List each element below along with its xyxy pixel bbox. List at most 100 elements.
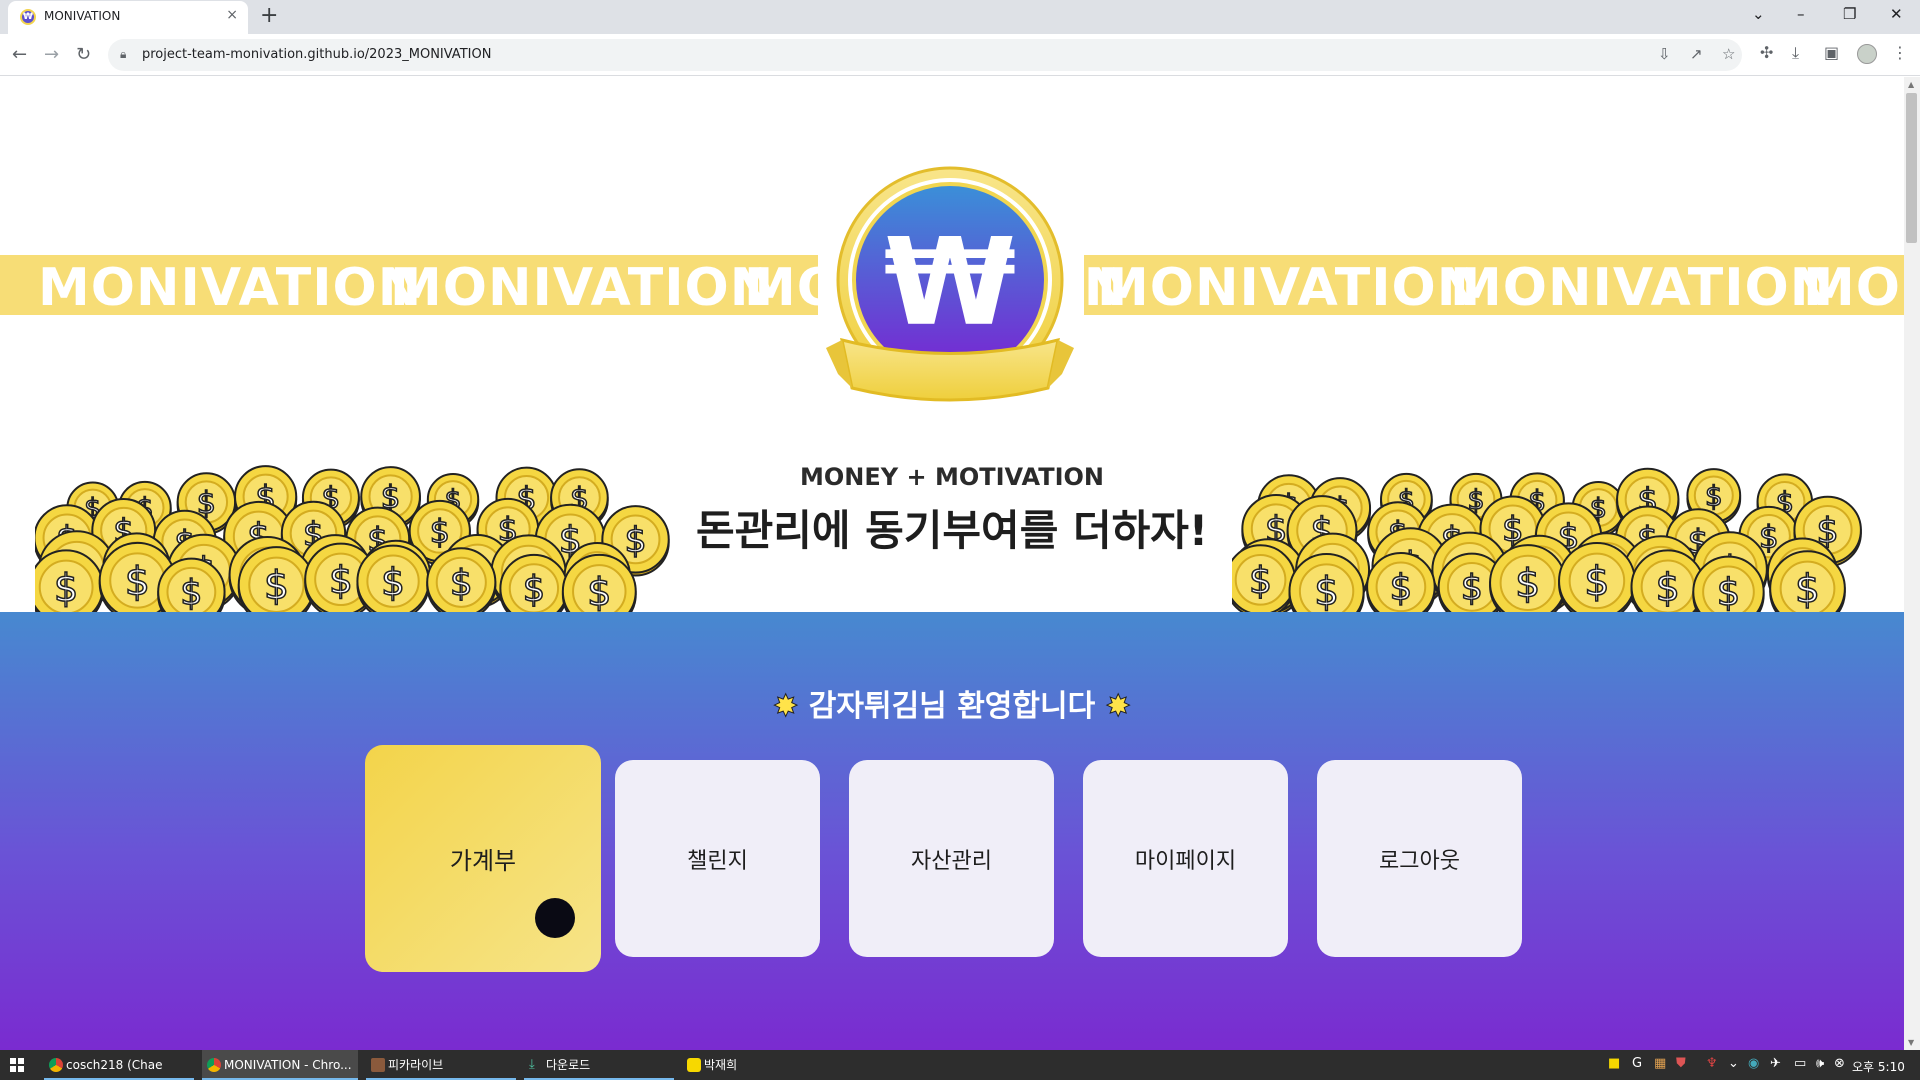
svg-text:$: $ (587, 570, 611, 615)
taskbar-clock[interactable]: 오후 5:10 (1852, 1058, 1905, 1075)
svg-text:$: $ (125, 559, 150, 605)
svg-text:$: $ (1795, 568, 1820, 613)
windows-start-icon[interactable] (10, 1058, 24, 1072)
tray-antivirus-icon[interactable]: ♆ (1706, 1056, 1718, 1071)
download-folder-icon: ⤓ (529, 1057, 535, 1072)
svg-text:$: $ (1584, 559, 1609, 605)
tray-notification-icon[interactable]: ⊗ (1834, 1056, 1845, 1071)
marquee-word: MONIVATION (1097, 258, 1482, 315)
svg-text:$: $ (264, 563, 289, 609)
tray-chevron-icon[interactable]: ⌄ (1728, 1056, 1739, 1071)
minimize-button[interactable]: – (1797, 5, 1805, 23)
tray-volume-icon[interactable]: 🕪︎ (1816, 1056, 1824, 1071)
menu-card-label: 로그아웃 (1379, 848, 1460, 874)
taskbar-item-picalive[interactable]: 피카라이브 (366, 1050, 516, 1080)
menu-card-asset-management[interactable]: 자산관리 (849, 760, 1054, 957)
close-tab-icon[interactable]: × (226, 7, 238, 23)
taskbar-item-label: cosch218 (Chae Hee... (66, 1058, 163, 1072)
svg-text:$: $ (1249, 559, 1272, 602)
close-window-button[interactable]: ✕ (1890, 5, 1903, 23)
menu-card-label: 가계부 (449, 847, 517, 875)
tagline-subtitle: MONEY + MOTIVATION (800, 463, 1104, 491)
taskbar-item-label: 박재희 (704, 1058, 738, 1072)
monivation-favicon-icon: ₩ (20, 9, 36, 25)
menu-card-logout[interactable]: 로그아웃 (1317, 760, 1522, 957)
menu-card-household-ledger[interactable]: 가계부 (365, 745, 601, 972)
back-arrow-icon[interactable]: ← (12, 44, 27, 65)
chrome-icon (49, 1058, 63, 1072)
monivation-won-logo: ₩ (826, 166, 1074, 402)
svg-text:$: $ (1656, 565, 1680, 609)
marquee-word: MONIVATION (1450, 258, 1835, 315)
download-icon[interactable]: ⤓ (1792, 43, 1799, 63)
svg-text:$: $ (180, 573, 202, 613)
tray-g-icon[interactable]: G (1632, 1056, 1642, 1071)
menu-card-label: 자산관리 (911, 848, 992, 874)
marquee-word: MONIVATION (38, 258, 423, 315)
menu-card-my-page[interactable]: 마이페이지 (1083, 760, 1288, 957)
install-app-icon[interactable]: ⇩ (1658, 45, 1671, 63)
taskbar-item-kakaotalk[interactable]: 박재희 (682, 1050, 832, 1080)
scroll-up-icon[interactable]: ▲ (1908, 80, 1914, 89)
taskbar-item-monivation[interactable]: MONIVATION - Chro... (202, 1050, 358, 1080)
taskbar-item-chrome-profile[interactable]: cosch218 (Chae Hee... (44, 1050, 194, 1080)
coin-icon: $ (426, 547, 497, 621)
picalive-icon (371, 1058, 385, 1072)
page-viewport: MONIVATION MONIVATION MONIVATION MONIVAT… (0, 77, 1904, 1050)
page-headline: 돈관리에 동기부여를 더하자! (695, 506, 1209, 555)
svg-text:$: $ (54, 566, 79, 611)
marquee-word: MONIVATION (390, 258, 775, 315)
svg-text:$: $ (1717, 571, 1741, 614)
extensions-puzzle-icon[interactable]: ✣ (1760, 43, 1773, 62)
reload-icon[interactable]: ↻ (76, 44, 91, 65)
taskbar-item-label: MONIVATION - Chro... (224, 1058, 352, 1072)
welcome-message: ✸ 감자튀김님 환영합니다 ✸ (0, 681, 1904, 725)
tray-bluetooth-icon[interactable]: ✈ (1770, 1056, 1781, 1071)
welcome-text: 감자튀김님 환영합니다 (808, 689, 1096, 724)
url-text[interactable]: project-team-monivation.github.io/2023_M… (142, 47, 491, 62)
svg-text:$: $ (381, 560, 405, 604)
chrome-icon (207, 1058, 221, 1072)
tray-kakaotalk-icon[interactable]: ■ (1608, 1056, 1620, 1071)
lock-icon[interactable]: 🔒︎ (120, 47, 126, 62)
svg-text:$: $ (1515, 561, 1540, 607)
menu-card-label: 마이페이지 (1134, 848, 1237, 874)
side-panel-icon[interactable]: ▣ (1824, 43, 1839, 62)
tray-app-icon[interactable]: ▦ (1654, 1056, 1666, 1071)
tray-network-app-icon[interactable]: ◉ (1748, 1056, 1759, 1071)
bookmark-star-icon[interactable]: ☆ (1722, 45, 1735, 63)
menu-kebab-icon[interactable]: ⋮ (1892, 43, 1908, 62)
new-tab-button[interactable]: + (260, 3, 278, 28)
tab-title: MONIVATION (44, 9, 121, 23)
tray-network-icon[interactable]: ▭ (1794, 1056, 1806, 1071)
won-symbol: ₩ (884, 214, 1016, 353)
svg-text:$: $ (329, 558, 353, 602)
address-bar[interactable]: 🔒︎ project-team-monivation.github.io/202… (108, 39, 1742, 71)
tab-search-icon[interactable]: ⌄ (1752, 5, 1765, 23)
svg-text:$: $ (1390, 568, 1413, 609)
restore-button[interactable]: ❐ (1843, 5, 1856, 23)
svg-text:$: $ (523, 569, 545, 610)
kakaotalk-icon (687, 1058, 701, 1072)
browser-toolbar: ← → ↻ 🔒︎ project-team-monivation.github.… (0, 34, 1920, 76)
taskbar-item-label: 피카라이브 (388, 1058, 444, 1072)
svg-text:$: $ (1314, 570, 1339, 615)
mouse-cursor-dot (535, 898, 575, 938)
star-icon: ✸ (773, 689, 799, 725)
svg-text:$: $ (450, 563, 473, 604)
taskbar-item-downloads[interactable]: ⤓ 다운로드 (524, 1050, 674, 1080)
share-icon[interactable]: ↗ (1690, 45, 1703, 63)
profile-avatar[interactable] (1857, 44, 1877, 64)
tray-shield-icon[interactable]: ⛊ (1676, 1056, 1686, 1071)
menu-card-label: 챌린지 (687, 848, 748, 874)
marquee-word: MONIVATION (1803, 258, 1904, 315)
scrollbar-thumb[interactable] (1906, 93, 1917, 243)
taskbar-item-label: 다운로드 (546, 1058, 591, 1072)
star-icon: ✸ (1105, 689, 1131, 725)
forward-arrow-icon[interactable]: → (44, 44, 59, 65)
svg-text:$: $ (1461, 568, 1483, 608)
scroll-down-icon[interactable]: ▼ (1908, 1038, 1914, 1047)
windows-taskbar: cosch218 (Chae Hee... MONIVATION - Chro.… (0, 1050, 1920, 1080)
browser-tab[interactable]: ₩ MONIVATION × (8, 1, 248, 34)
menu-card-challenge[interactable]: 챌린지 (615, 760, 820, 957)
